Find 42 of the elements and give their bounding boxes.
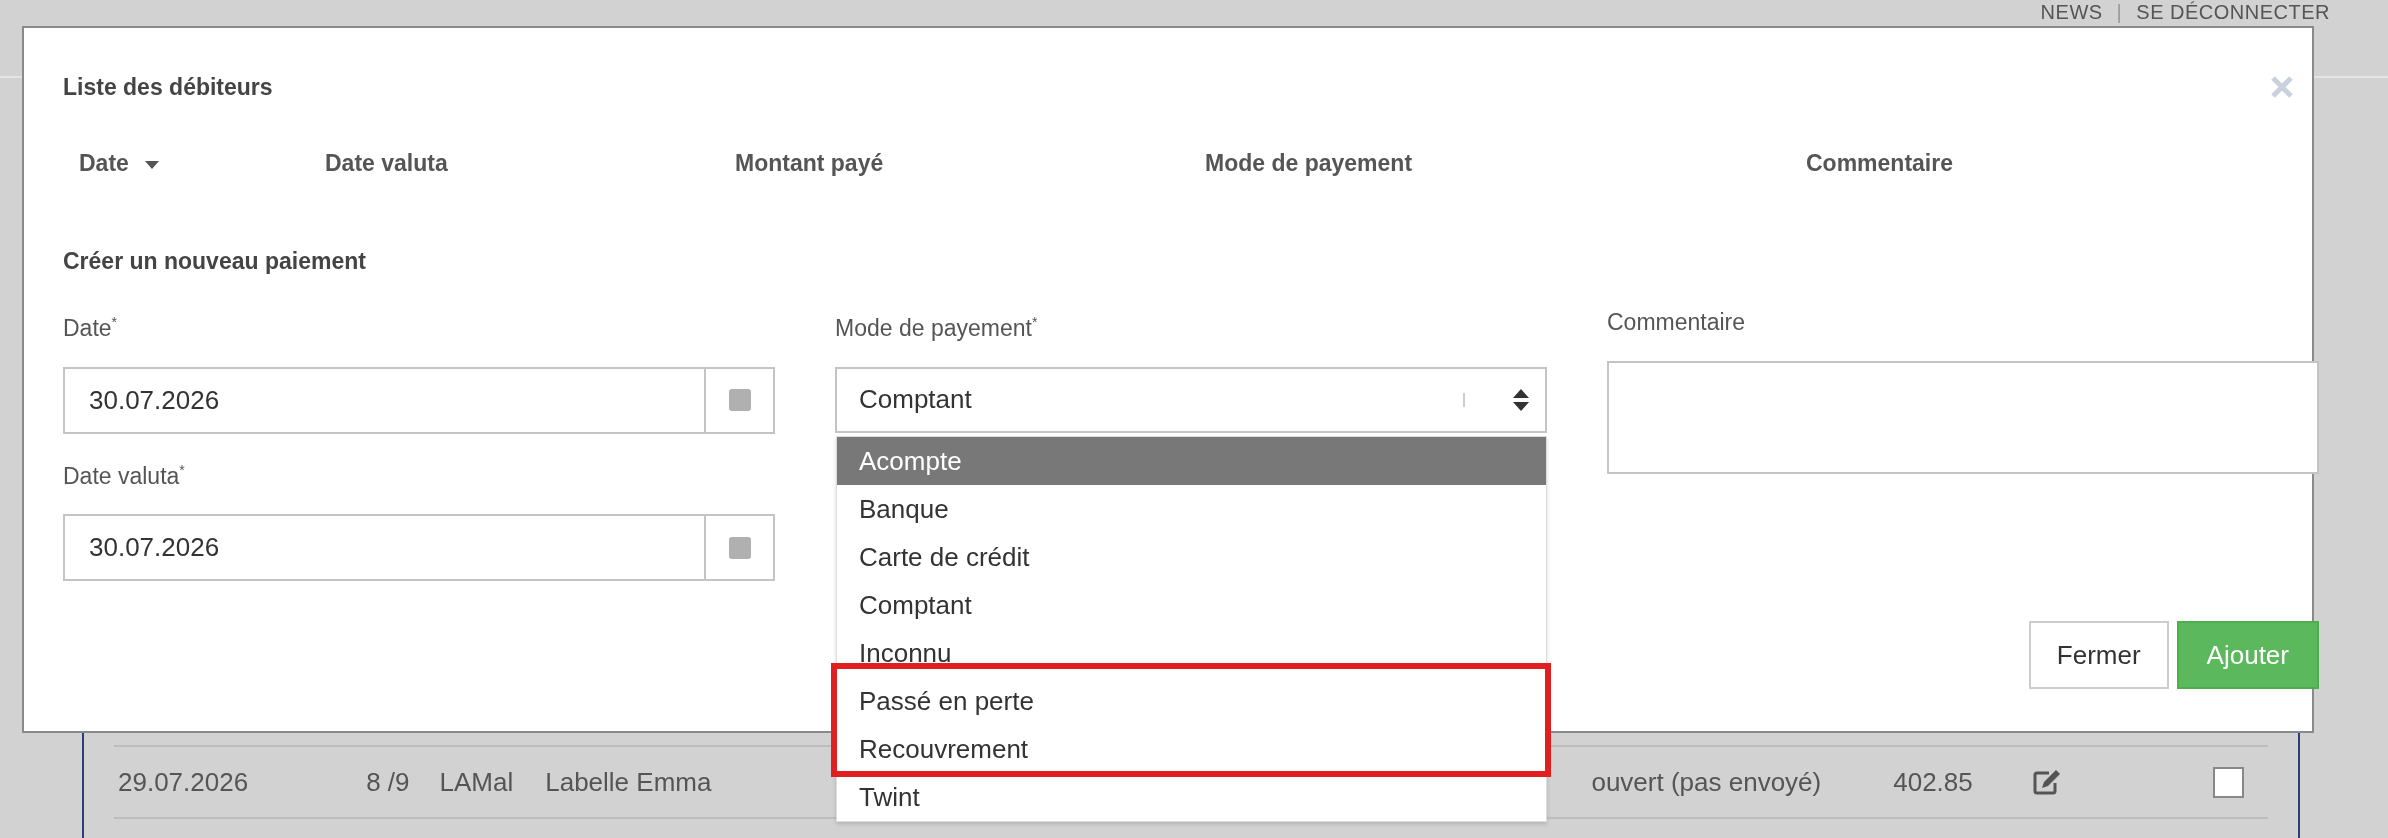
dropdown-option[interactable]: Inconnu (837, 629, 1546, 677)
dropdown-option[interactable]: Comptant (837, 581, 1546, 629)
field-label: Date$^{*}$ (63, 313, 119, 343)
date-input[interactable]: 30.07.2026 (65, 516, 704, 580)
date-picker-field[interactable]: 30.07.2026 (63, 366, 775, 434)
dropdown-option[interactable]: Twint (837, 773, 1546, 821)
payment-mode-select[interactable]: Comptant (835, 366, 1547, 433)
sort-caret-icon[interactable] (144, 160, 159, 169)
square-icon[interactable] (728, 389, 751, 412)
date-picker-field[interactable]: 30.07.2026 (63, 514, 775, 582)
up-down-caret-icon (1513, 388, 1529, 411)
nav-link[interactable]: SE DÉCONNECTER (2136, 1, 2330, 23)
insurance-cell: LAMal (439, 766, 514, 798)
date-input[interactable]: 30.07.2026 (65, 368, 704, 432)
field-label: Commentaire (1607, 308, 1747, 337)
nav-link[interactable]: NEWS (2040, 1, 2103, 23)
amount-cell: 402.85 (1893, 766, 1973, 798)
column-header[interactable]: Mode de payement (1205, 148, 1413, 178)
dropdown-option[interactable]: Acompte (837, 437, 1546, 485)
modal-title: Liste des débiteurs (63, 73, 273, 102)
number-cell: 8 /9 (366, 766, 410, 798)
comment-textarea[interactable] (1607, 361, 2319, 474)
column-header[interactable]: Date valuta (325, 148, 448, 178)
row-checkbox[interactable] (2213, 766, 2244, 798)
dropdown-option[interactable]: Carte de crédit (837, 533, 1546, 581)
date-cell: 29.07.2026 (118, 766, 249, 798)
dropdown-option[interactable]: Passé en perte (837, 677, 1546, 725)
column-header[interactable]: Date (79, 148, 159, 178)
square-icon[interactable] (728, 536, 751, 559)
name-cell: Labelle Emma (545, 766, 712, 798)
field-label: Mode de payement$^{*}$ (835, 313, 1039, 343)
close-button[interactable]: Fermer (2028, 621, 2169, 690)
dropdown-option[interactable]: Banque (837, 485, 1546, 533)
status-cell: ouvert (pas envoyé) (1591, 766, 1822, 798)
edit-icon[interactable] (2032, 769, 2061, 795)
column-header[interactable]: Commentaire (1806, 148, 1953, 178)
link-separator: | (2116, 1, 2123, 23)
column-header[interactable]: Montant payé (735, 148, 884, 178)
close-icon[interactable] (2270, 75, 2294, 99)
dropdown-option[interactable]: Recouvrement (837, 725, 1546, 773)
form-title: Créer un nouveau paiement (63, 247, 367, 276)
field-label: Date valuta$^{*}$ (63, 460, 186, 491)
